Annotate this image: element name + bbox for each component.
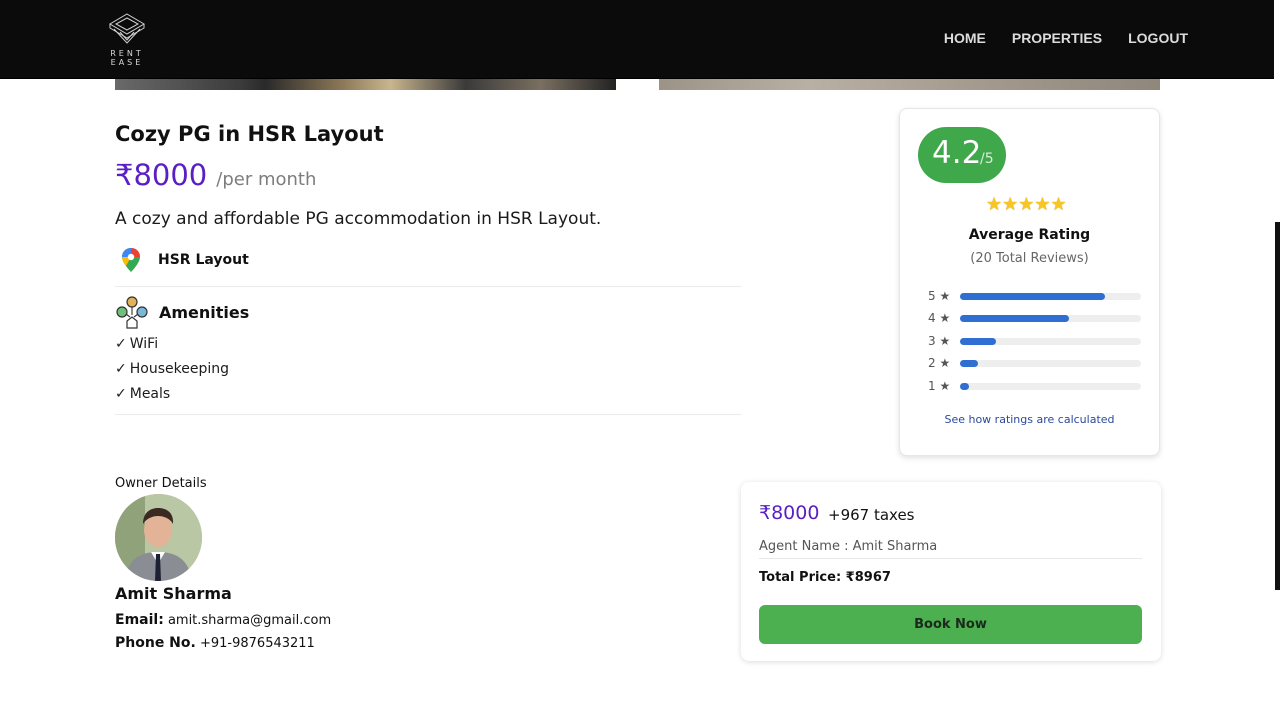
ratings-calculation-link[interactable]: See how ratings are calculated bbox=[900, 413, 1159, 426]
agent-name: Agent Name : Amit Sharma bbox=[759, 539, 938, 554]
location-text: HSR Layout bbox=[158, 252, 249, 268]
booking-card: ₹8000 +967 taxes Agent Name : Amit Sharm… bbox=[741, 482, 1161, 661]
phone-label: Phone No. bbox=[115, 635, 196, 651]
owner-phone-row: Phone No. +91-9876543211 bbox=[115, 635, 315, 651]
property-image-left[interactable] bbox=[115, 79, 616, 90]
total-reviews: (20 Total Reviews) bbox=[970, 251, 1089, 266]
rating-bar-label: 4 ★ bbox=[928, 311, 951, 325]
rating-bar-label: 2 ★ bbox=[928, 356, 951, 370]
amenities-title: Amenities bbox=[159, 303, 250, 322]
rating-value: 4.2 bbox=[932, 135, 982, 171]
rating-bar-track bbox=[960, 338, 1141, 345]
section-divider bbox=[115, 414, 742, 415]
rating-bar-row: 5 ★ bbox=[928, 289, 1144, 303]
section-divider bbox=[115, 286, 742, 287]
logo-text: RENT EASE bbox=[110, 49, 144, 67]
property-description: A cozy and affordable PG accommodation i… bbox=[115, 209, 602, 229]
nav-logout-link[interactable]: LOGOUT bbox=[1128, 30, 1188, 46]
amenity-label: Housekeeping bbox=[129, 361, 229, 377]
nav-links: HOME PROPERTIES LOGOUT bbox=[918, 30, 1188, 46]
price-row: ₹8000 /per month bbox=[115, 158, 316, 192]
average-rating-label: Average Rating bbox=[968, 227, 1091, 243]
email-label: Email: bbox=[115, 612, 164, 628]
check-icon: ✓ bbox=[115, 386, 127, 402]
amenity-item: ✓ Meals bbox=[115, 386, 170, 402]
property-title: Cozy PG in HSR Layout bbox=[115, 122, 384, 146]
owner-phone[interactable]: +91-9876543211 bbox=[200, 636, 315, 651]
rating-card: 4.2 /5 ★★★★★ Average Rating (20 Total Re… bbox=[899, 108, 1160, 456]
price-unit: /per month bbox=[216, 169, 317, 190]
top-navbar: RENT EASE HOME PROPERTIES LOGOUT bbox=[0, 0, 1274, 79]
booking-taxes: +967 taxes bbox=[828, 506, 915, 524]
page-scrollbar[interactable] bbox=[1275, 222, 1280, 590]
rating-badge: 4.2 /5 bbox=[918, 127, 1006, 183]
location-row: HSR Layout bbox=[120, 247, 249, 273]
owner-email-row: Email: amit.sharma@gmail.com bbox=[115, 612, 331, 628]
owner-avatar bbox=[115, 494, 202, 581]
rating-max: /5 bbox=[980, 151, 994, 167]
rating-bar-track bbox=[960, 360, 1141, 367]
star-rating-icons: ★★★★★ bbox=[986, 194, 1067, 215]
owner-details-label: Owner Details bbox=[115, 476, 207, 491]
rating-bar-track bbox=[960, 293, 1141, 300]
rent-ease-logo[interactable]: RENT EASE bbox=[92, 12, 162, 67]
amenity-item: ✓ Housekeeping bbox=[115, 361, 229, 377]
monthly-price: ₹8000 bbox=[115, 158, 208, 192]
rating-bar-fill bbox=[960, 338, 997, 345]
owner-name: Amit Sharma bbox=[115, 584, 232, 603]
check-icon: ✓ bbox=[115, 336, 127, 352]
rating-bar-track bbox=[960, 383, 1141, 390]
building-logo-icon bbox=[109, 13, 145, 44]
rating-bar-row: 4 ★ bbox=[928, 311, 1144, 325]
rating-bar-label: 1 ★ bbox=[928, 379, 951, 393]
owner-photo-icon bbox=[115, 494, 202, 581]
property-image-right[interactable] bbox=[659, 79, 1160, 90]
rating-bar-fill bbox=[960, 383, 970, 390]
total-price: Total Price: ₹8967 bbox=[759, 570, 891, 585]
book-now-button[interactable]: Book Now bbox=[759, 605, 1142, 644]
rating-bar-fill bbox=[960, 360, 979, 367]
rating-bar-label: 3 ★ bbox=[928, 334, 951, 348]
rating-bar-fill bbox=[960, 293, 1105, 300]
amenities-header: Amenities bbox=[115, 295, 249, 330]
booking-divider bbox=[759, 558, 1142, 559]
booking-price: ₹8000 bbox=[759, 502, 820, 524]
rating-bar-row: 3 ★ bbox=[928, 334, 1144, 348]
rating-bar-fill bbox=[960, 315, 1069, 322]
amenity-label: Meals bbox=[129, 386, 171, 402]
owner-email[interactable]: amit.sharma@gmail.com bbox=[168, 613, 331, 628]
rating-bar-label: 5 ★ bbox=[928, 289, 951, 303]
map-pin-icon bbox=[122, 248, 140, 272]
amenity-item: ✓ WiFi bbox=[115, 336, 158, 352]
check-icon: ✓ bbox=[115, 361, 127, 377]
amenities-icon bbox=[116, 296, 148, 329]
amenity-label: WiFi bbox=[129, 336, 159, 352]
rating-bar-row: 1 ★ bbox=[928, 379, 1144, 393]
rating-bar-row: 2 ★ bbox=[928, 356, 1144, 370]
nav-home-link[interactable]: HOME bbox=[944, 30, 986, 46]
nav-properties-link[interactable]: PROPERTIES bbox=[1012, 30, 1102, 46]
rating-bar-track bbox=[960, 315, 1141, 322]
